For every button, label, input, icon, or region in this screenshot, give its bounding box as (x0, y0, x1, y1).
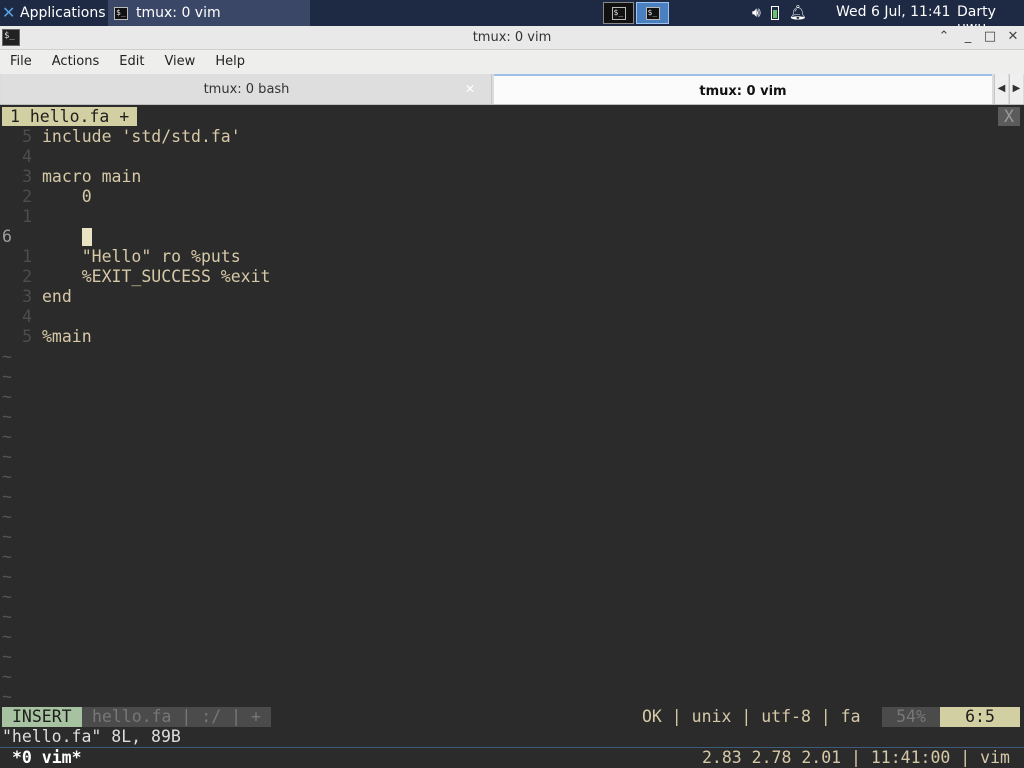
code-text: end (42, 287, 72, 306)
empty-line-tilde: ~ (2, 427, 12, 446)
code-line[interactable]: 6 (0, 227, 1024, 247)
battery-icon[interactable] (770, 6, 779, 20)
empty-line-tilde: ~ (2, 567, 12, 586)
empty-line-tilde: ~ (2, 407, 12, 426)
empty-line-tilde: ~ (2, 387, 12, 406)
code-text: "Hello" ro %puts (42, 247, 241, 266)
empty-line-tilde: ~ (2, 607, 12, 626)
taskbar-item-terminal[interactable]: $_ tmux: 0 vim (108, 0, 310, 26)
code-text: %main (42, 327, 92, 346)
close-window-icon[interactable]: ✕ (1005, 29, 1021, 44)
vim-message: "hello.fa" 8L, 89B (2, 727, 181, 746)
empty-line-tilde: ~ (2, 447, 12, 466)
vim-mode: INSERT (2, 707, 82, 727)
menu-help[interactable]: Help (205, 50, 255, 74)
window-title: tmux: 0 vim (472, 30, 552, 45)
vim-file-format: OK | unix | utf-8 | fa (642, 707, 861, 726)
vim-statusline: INSERT hello.fa | :/ | + OK | unix | utf… (0, 707, 1024, 727)
vim-tabline-close[interactable]: X (998, 107, 1020, 126)
notification-bell-icon[interactable]: 🔔︎ (789, 5, 807, 21)
terminal-area[interactable]: 1 hello.fa + X 5 include 'std/std.fa' 4 3 ma… (0, 105, 1024, 768)
applications-menu[interactable]: ✕ Applications (2, 3, 106, 23)
tab-vim[interactable]: tmux: 0 vim (494, 74, 992, 104)
panel-clock[interactable]: Wed 6 Jul, 11:41 (836, 4, 950, 20)
line-number: 2 (22, 267, 32, 286)
tab-scroll-left-icon[interactable]: ◀ (994, 74, 1008, 104)
empty-line-tilde: ~ (2, 507, 12, 526)
menu-edit[interactable]: Edit (109, 50, 154, 74)
tmux-status-right: 2.83 2.78 2.01 | 11:41:00 | vim (702, 748, 1010, 767)
window-titlebar[interactable]: $_ tmux: 0 vim ⌃ _ □ ✕ (0, 26, 1024, 50)
vim-scroll-percent: 54% (882, 707, 940, 727)
empty-line-tilde: ~ (2, 647, 12, 666)
vim-file-info: hello.fa | :/ | + (82, 707, 271, 727)
code-text: macro main (42, 167, 142, 186)
menu-view[interactable]: View (154, 50, 205, 74)
code-text: include 'std/std.fa' (42, 127, 241, 146)
vim-tabline-tab[interactable]: 1 hello.fa + (2, 107, 138, 126)
empty-line-tilde: ~ (2, 687, 12, 706)
code-line[interactable]: 5 %main (0, 327, 1024, 347)
workspace-2[interactable]: $_ (636, 2, 669, 24)
empty-line-tilde: ~ (2, 627, 12, 646)
line-number: 6 (2, 227, 12, 246)
tab-label: tmux: 0 vim (699, 84, 787, 99)
tmux-window[interactable]: *0 vim* (12, 748, 82, 768)
code-text: %EXIT_SUCCESS %exit (42, 267, 271, 286)
menu-file[interactable]: File (0, 50, 42, 74)
line-number: 3 (22, 287, 32, 306)
code-text: 0 (42, 187, 92, 206)
menu-actions[interactable]: Actions (42, 50, 110, 74)
code-line[interactable]: 2 0 (0, 187, 1024, 207)
empty-line-tilde: ~ (2, 527, 12, 546)
line-number: 2 (22, 187, 32, 206)
code-line[interactable]: 4 (0, 147, 1024, 167)
text-cursor (82, 228, 92, 246)
empty-line-tilde: ~ (2, 347, 12, 366)
terminal-icon: $_ (114, 6, 128, 20)
taskbar-item-label: tmux: 0 vim (136, 5, 221, 21)
code-line[interactable]: 5 include 'std/std.fa' (0, 127, 1024, 147)
line-number: 4 (22, 147, 32, 166)
tab-scroll-right-icon[interactable]: ▶ (1009, 74, 1023, 104)
terminal-icon: $_ (645, 6, 660, 20)
tab-label: tmux: 0 bash (203, 82, 290, 97)
shade-window-icon[interactable]: ⌃ (936, 29, 952, 44)
minimize-window-icon[interactable]: _ (960, 29, 976, 44)
tmux-status-bar: *0 vim* 2.83 2.78 2.01 | 11:41:00 | vim (0, 747, 1024, 768)
terminal-tabs: tmux: 0 bash ✕ tmux: 0 vim ◀ ▶ (0, 74, 1024, 105)
empty-line-tilde: ~ (2, 487, 12, 506)
code-line[interactable]: 1 "Hello" ro %puts (0, 247, 1024, 267)
tab-close-icon[interactable]: ✕ (465, 74, 475, 105)
system-tray: 🔊︎ 🔔︎ (752, 3, 807, 23)
code-line[interactable]: 1 (0, 207, 1024, 227)
terminal-icon: $_ (611, 6, 626, 20)
volume-icon[interactable]: 🔊︎ (752, 5, 761, 21)
menu-bar: File Actions Edit View Help (0, 50, 1024, 74)
empty-line-tilde: ~ (2, 587, 12, 606)
maximize-window-icon[interactable]: □ (982, 29, 998, 44)
line-number: 5 (22, 127, 32, 146)
empty-line-tilde: ~ (2, 547, 12, 566)
vim-cursor-position: 6:5 (940, 707, 1020, 727)
tab-bash[interactable]: tmux: 0 bash ✕ (2, 74, 492, 104)
code-line[interactable]: 2 %EXIT_SUCCESS %exit (0, 267, 1024, 287)
applications-label: Applications (20, 5, 106, 21)
empty-line-tilde: ~ (2, 367, 12, 386)
code-line[interactable]: 3 macro main (0, 167, 1024, 187)
line-number: 5 (22, 327, 32, 346)
code-line[interactable]: 3 end (0, 287, 1024, 307)
empty-line-tilde: ~ (2, 467, 12, 486)
line-number: 1 (22, 247, 32, 266)
empty-line-tilde: ~ (2, 667, 12, 686)
line-number: 4 (22, 307, 32, 326)
code-line[interactable]: 4 (0, 307, 1024, 327)
workspace-1[interactable]: $_ (603, 2, 634, 24)
line-number: 1 (22, 207, 32, 226)
xfce-logo-icon: ✕ (2, 3, 16, 22)
top-panel: ✕ Applications $_ tmux: 0 vim $_ $_ 🔊︎ 🔔… (0, 0, 1024, 36)
line-number: 3 (22, 167, 32, 186)
